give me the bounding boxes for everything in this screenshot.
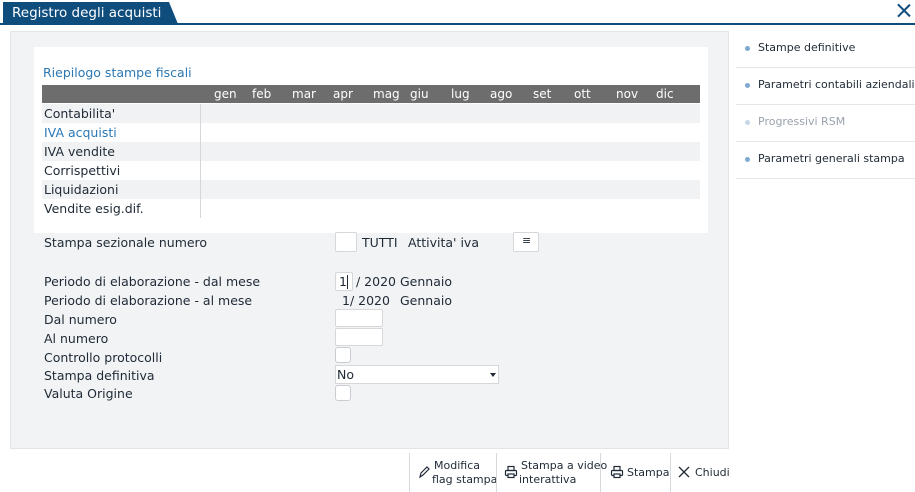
bullet-icon: [745, 83, 750, 88]
periodo-al-label: Periodo di elaborazione - al mese: [44, 293, 253, 308]
summary-row-corrispettivi[interactable]: Corrispettivi: [42, 161, 700, 180]
printer-icon: [610, 465, 624, 479]
periodo-dal-year: / 2020: [356, 274, 396, 289]
window-title: Registro degli acquisti: [3, 2, 178, 24]
summary-card: Riepilogo stampe fiscali gen feb mar apr…: [34, 47, 708, 233]
month-nov: nov: [616, 87, 639, 101]
al-numero-label: Al numero: [44, 331, 109, 346]
month-giu: giu: [410, 87, 429, 101]
summary-row-vendite-esig[interactable]: Vendite esig.dif.: [42, 199, 700, 218]
month-apr: apr: [333, 87, 353, 101]
controllo-protocolli-checkbox[interactable]: [335, 347, 351, 363]
list-icon: ≡: [522, 234, 532, 247]
al-numero-input[interactable]: [335, 328, 383, 346]
row-cells: [200, 199, 700, 218]
periodo-dal-label: Periodo di elaborazione - dal mese: [44, 274, 261, 289]
periodo-dal-month-name: Gennaio: [400, 274, 453, 289]
side-item-label: Progressivi RSM: [758, 115, 846, 128]
video-line2: interattiva: [519, 473, 577, 486]
row-cells: [200, 104, 700, 123]
row-cells: [200, 180, 700, 199]
side-item-parametri-generali[interactable]: Parametri generali stampa: [736, 142, 915, 179]
printer-icon: [504, 465, 518, 479]
month-header: gen feb mar apr mag giu lug ago set ott …: [42, 85, 700, 103]
dal-numero-input[interactable]: [335, 309, 383, 327]
sezionale-label: Stampa sezionale numero: [44, 235, 208, 250]
periodo-dal-month-input[interactable]: 1: [335, 272, 353, 291]
modifica-line1: Modifica: [434, 459, 480, 472]
row-cells: [200, 142, 700, 161]
side-menu: Stampe definitive Parametri contabili az…: [736, 31, 915, 201]
summary-row-iva-acquisti[interactable]: IVA acquisti: [42, 123, 700, 142]
dal-numero-label: Dal numero: [44, 312, 117, 327]
stampa-label: Stampa: [627, 466, 670, 479]
tutti-label: TUTTI: [362, 235, 398, 250]
stampa-definitiva-value: No: [337, 367, 354, 382]
bullet-icon: [745, 46, 750, 51]
close-icon[interactable]: [893, 0, 915, 22]
valuta-origine-checkbox[interactable]: [335, 385, 351, 401]
month-ott: ott: [574, 87, 591, 101]
stampa-definitiva-label: Stampa definitiva: [44, 368, 155, 383]
modifica-flag-stampa-button[interactable]: Modifica flag stampa: [409, 453, 498, 492]
attivita-label: Attivita' iva: [408, 235, 479, 250]
row-label: Contabilita': [44, 106, 116, 121]
row-label: Vendite esig.dif.: [44, 201, 144, 216]
row-label: IVA acquisti: [44, 125, 117, 140]
chevron-down-icon: [490, 373, 496, 377]
month-lug: lug: [451, 87, 470, 101]
attivita-select[interactable]: ≡: [513, 232, 539, 252]
modifica-line2: flag stampa: [432, 473, 498, 486]
sezionale-input[interactable]: [335, 232, 357, 252]
row-label: Corrispettivi: [44, 163, 121, 178]
month-feb: feb: [252, 87, 272, 101]
stampa-definitiva-select[interactable]: No: [335, 365, 499, 384]
stampa-video-button[interactable]: Stampa a video interattiva: [496, 453, 607, 492]
side-item-label: Parametri contabili aziendali: [758, 78, 915, 91]
row-cells: [200, 161, 700, 180]
text-caret: [347, 275, 348, 289]
title-underline: [0, 23, 915, 25]
chiudi-button[interactable]: Chiudi: [670, 453, 730, 492]
month-dic: dic: [656, 87, 674, 101]
bottom-toolbar: Modifica flag stampa Stampa a video inte…: [0, 453, 915, 492]
month-gen: gen: [214, 87, 237, 101]
controllo-protocolli-label: Controllo protocolli: [44, 350, 163, 365]
stampa-button[interactable]: Stampa: [600, 453, 670, 492]
close-icon: [678, 466, 690, 478]
side-item-stampe-definitive[interactable]: Stampe definitive: [736, 31, 915, 68]
month-mag: mag: [373, 87, 400, 101]
side-item-label: Parametri generali stampa: [758, 152, 905, 165]
side-item-progressivi-rsm: Progressivi RSM: [736, 105, 915, 142]
pencil-icon: [419, 466, 430, 479]
side-item-parametri-contabili[interactable]: Parametri contabili aziendali: [736, 68, 915, 105]
row-cells: [200, 123, 700, 142]
periodo-al-month-name: Gennaio: [400, 293, 453, 308]
periodo-al-value[interactable]: 1/ 2020: [342, 293, 390, 308]
row-label: IVA vendite: [44, 144, 115, 159]
summary-row-contabilita[interactable]: Contabilita': [42, 104, 700, 123]
valuta-origine-label: Valuta Origine: [44, 386, 133, 401]
main-panel: Riepilogo stampe fiscali gen feb mar apr…: [10, 31, 729, 449]
summary-title: Riepilogo stampe fiscali: [43, 65, 192, 80]
row-label: Liquidazioni: [44, 182, 119, 197]
bullet-icon: [745, 157, 750, 162]
month-set: set: [533, 87, 552, 101]
month-mar: mar: [292, 87, 316, 101]
video-line1: Stampa a video: [521, 459, 608, 472]
summary-row-liquidazioni[interactable]: Liquidazioni: [42, 180, 700, 199]
summary-row-iva-vendite[interactable]: IVA vendite: [42, 142, 700, 161]
title-bar: Registro degli acquisti: [0, 0, 915, 24]
bullet-icon: [745, 120, 750, 125]
periodo-dal-month-value: 1: [339, 274, 347, 289]
side-item-label: Stampe definitive: [758, 41, 856, 54]
chiudi-label: Chiudi: [695, 466, 730, 479]
month-ago: ago: [490, 87, 513, 101]
